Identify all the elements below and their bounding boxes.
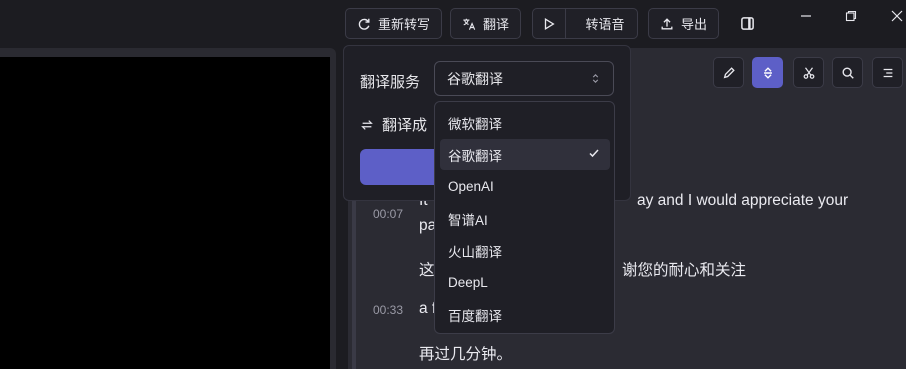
translate-button[interactable]: 翻译	[450, 8, 522, 39]
option-zhipu[interactable]: 智谱AI	[440, 203, 610, 234]
close-button[interactable]	[886, 6, 906, 26]
to-speech-button[interactable]: 转语音	[573, 14, 637, 33]
retranscribe-button[interactable]: 重新转写	[345, 8, 443, 39]
close-icon	[891, 10, 903, 22]
minimize-button[interactable]	[795, 6, 817, 26]
segment-translation: 谢您的耐心和关注	[622, 262, 747, 279]
option-microsoft[interactable]: 微软翻译	[440, 107, 610, 138]
option-baidu[interactable]: 百度翻译	[440, 299, 610, 330]
video-player[interactable]	[0, 57, 330, 369]
speech-button-group: 转语音	[532, 8, 638, 39]
menu-button[interactable]	[872, 57, 903, 88]
align-icon	[883, 68, 892, 77]
maximize-button[interactable]	[840, 6, 862, 26]
export-button[interactable]: 导出	[648, 8, 720, 39]
segment-time: 00:07	[373, 207, 404, 221]
toggle-sidebar-button[interactable]	[737, 13, 757, 33]
translate-service-dropdown: 微软翻译 谷歌翻译 OpenAI 智谱AI 火山翻译 DeepL 百度翻译	[434, 101, 615, 334]
search-icon	[841, 66, 854, 79]
option-volcano[interactable]: 火山翻译	[440, 235, 610, 266]
option-google[interactable]: 谷歌翻译	[440, 139, 610, 170]
swap-icon	[361, 119, 373, 130]
translate-to-row: 翻译成	[360, 114, 427, 135]
option-openai[interactable]: OpenAI	[440, 171, 610, 202]
minimize-icon	[801, 15, 811, 17]
restore-icon	[845, 10, 857, 22]
sidebar-icon	[740, 16, 754, 30]
chevrons-icon	[763, 66, 772, 79]
play-icon	[544, 17, 555, 30]
translate-icon	[463, 18, 476, 30]
start-translate-button[interactable]	[360, 149, 438, 185]
segment-time: 00:33	[373, 303, 404, 317]
chevron-updown-icon	[592, 74, 599, 83]
play-button[interactable]	[533, 9, 566, 38]
expand-collapse-button[interactable]	[752, 57, 783, 88]
translate-service-label: 翻译服务	[360, 74, 421, 91]
transcript-rail	[352, 180, 356, 369]
pencil-icon	[723, 66, 735, 78]
segment-translation: 这	[419, 262, 435, 279]
upload-icon	[661, 17, 673, 29]
refresh-icon	[358, 18, 370, 30]
search-button[interactable]	[832, 57, 863, 88]
translate-service-select[interactable]: 谷歌翻译	[434, 61, 614, 96]
scissors-icon	[803, 66, 814, 79]
edit-button[interactable]	[713, 57, 744, 88]
segment-text: ay and I would appreciate your	[637, 192, 849, 209]
check-icon	[589, 149, 599, 158]
cut-button[interactable]	[793, 57, 824, 88]
segment-translation: 再过几分钟。	[419, 346, 513, 363]
option-deepl[interactable]: DeepL	[440, 267, 610, 298]
